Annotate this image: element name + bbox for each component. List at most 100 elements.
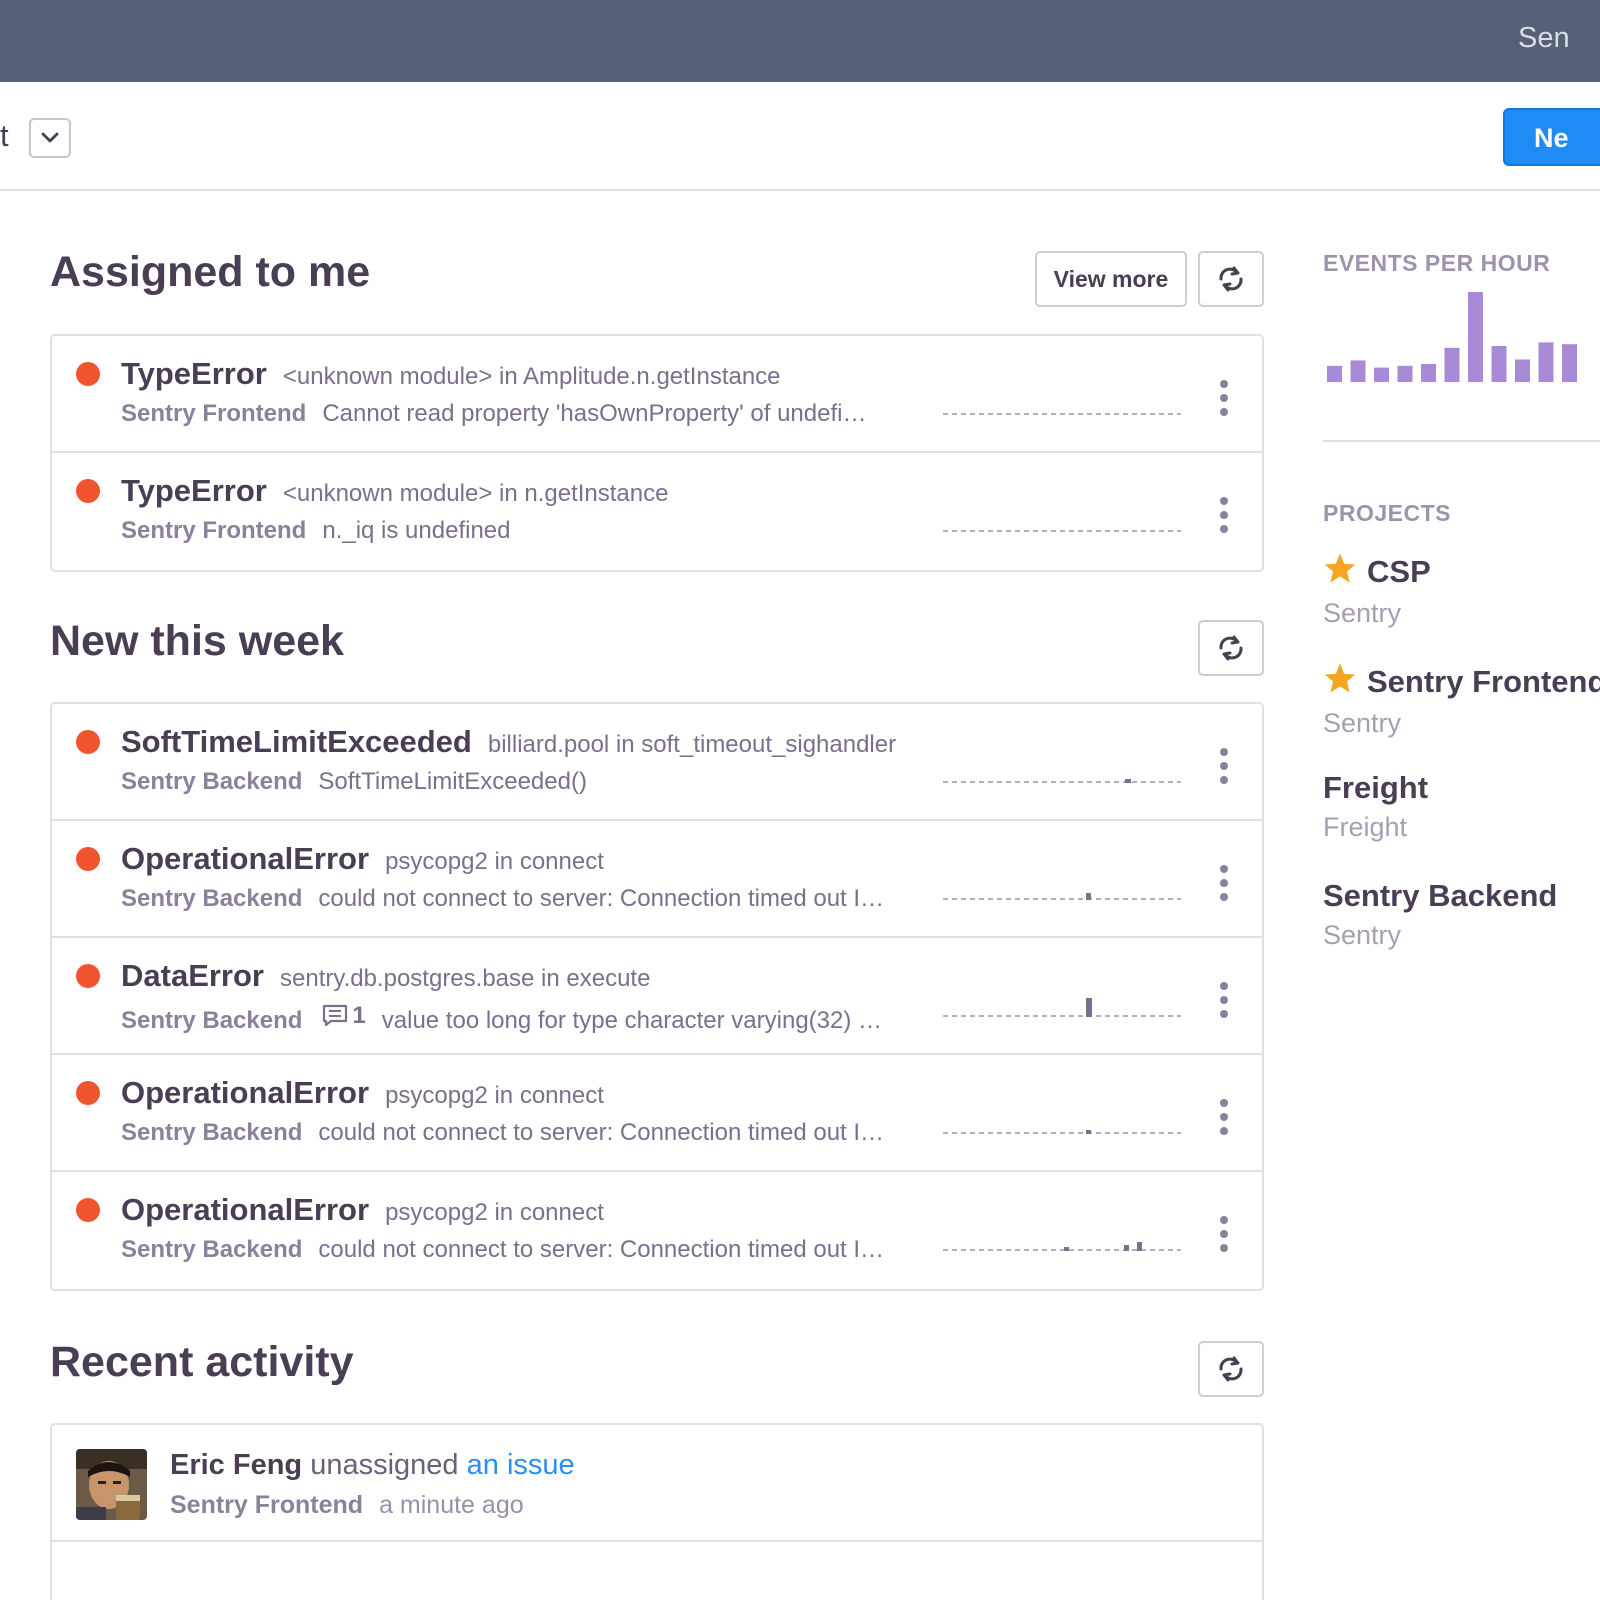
issue-message: Cannot read property 'hasOwnProperty' of… (322, 400, 867, 427)
more-options-icon[interactable] (1214, 380, 1234, 416)
issue-title[interactable]: TypeError <unknown module> in Amplitude.n… (121, 356, 781, 392)
issue-title[interactable]: DataError sentry.db.postgres.base in exec… (121, 958, 650, 994)
activity-time: a minute ago (379, 1491, 524, 1519)
error-level-indicator (76, 362, 100, 386)
project-item-csp[interactable]: CSP Sentry (1323, 552, 1431, 629)
issue-sparkline (943, 1242, 1181, 1251)
star-icon[interactable] (1323, 662, 1357, 702)
more-options-icon[interactable] (1214, 1099, 1234, 1135)
events-bar (1397, 365, 1413, 382)
events-bar (1491, 346, 1507, 382)
issue-meta: Sentry Backend could not connect to serve… (121, 1119, 884, 1147)
events-bar (1444, 347, 1460, 382)
refresh-button[interactable] (1198, 620, 1264, 676)
comment-count[interactable]: 1 (322, 1002, 366, 1030)
comment-count-value: 1 (352, 1002, 366, 1029)
issue-culprit: billiard.pool in soft_timeout_sighandler (487, 731, 897, 758)
projects-heading: PROJECTS (1323, 500, 1451, 526)
issue-row[interactable]: OperationalError psycopg2 in connect Sent… (52, 1055, 1262, 1172)
issue-project: Sentry Frontend (121, 517, 307, 544)
issue-type: TypeError (121, 473, 267, 508)
chevron-down-icon (41, 132, 59, 143)
issue-culprit: <unknown module> in Amplitude.n.getInsta… (282, 363, 781, 390)
issue-row[interactable]: SoftTimeLimitExceeded billiard.pool in so… (52, 704, 1262, 821)
events-bar (1350, 360, 1366, 382)
activity-issue-link[interactable]: an issue (467, 1449, 575, 1481)
refresh-icon (1219, 635, 1243, 661)
issue-type: DataError (121, 958, 264, 993)
issue-culprit: psycopg2 in connect (385, 1199, 604, 1226)
issue-sparkline (943, 413, 1181, 415)
activity-description: Eric Feng unassigned an issue (170, 1449, 575, 1482)
issue-meta: Sentry Backend could not connect to serve… (121, 885, 884, 913)
more-options-icon[interactable] (1214, 748, 1234, 784)
issue-title[interactable]: OperationalError psycopg2 in connect (121, 1075, 604, 1111)
project-name: Sentry Frontend (1367, 664, 1600, 699)
issue-project: Sentry Backend (121, 768, 303, 795)
refresh-button[interactable] (1198, 1341, 1264, 1397)
avatar[interactable] (76, 1449, 147, 1520)
project-item-sentry-backend[interactable]: Sentry Backend Sentry (1323, 878, 1557, 951)
issue-sparkline (943, 998, 1181, 1017)
comment-icon (323, 1004, 348, 1027)
issue-row[interactable]: TypeError <unknown module> in n.getInstan… (52, 453, 1262, 570)
issue-project: Sentry Frontend (121, 400, 307, 427)
activity-meta: Sentry Frontend a minute ago (170, 1491, 524, 1520)
org-name[interactable]: Sen (1518, 22, 1570, 55)
issue-title[interactable]: OperationalError psycopg2 in connect (121, 841, 604, 877)
view-more-button[interactable]: View more (1035, 251, 1187, 307)
error-level-indicator (76, 730, 100, 754)
issue-project: Sentry Backend (121, 1007, 303, 1034)
issue-title[interactable]: TypeError <unknown module> in n.getInstan… (121, 473, 668, 509)
project-item-sentry-frontend[interactable]: Sentry Frontend Sentry (1323, 662, 1600, 739)
issue-meta: Sentry Backend 1 value too long for type c… (121, 1002, 882, 1035)
issue-row[interactable]: TypeError <unknown module> in Amplitude.n… (52, 336, 1262, 453)
issue-sparkline (943, 893, 1181, 900)
events-bar (1421, 364, 1436, 382)
events-per-hour-heading: EVENTS PER HOUR (1323, 250, 1551, 276)
more-options-icon[interactable] (1214, 982, 1234, 1018)
issue-culprit: psycopg2 in connect (385, 1082, 604, 1109)
more-options-icon[interactable] (1214, 865, 1234, 901)
issue-message: could not connect to server: Connection … (318, 885, 885, 912)
issue-type: SoftTimeLimitExceeded (121, 724, 472, 759)
issue-type: OperationalError (121, 1192, 370, 1227)
new-button[interactable]: Ne (1503, 108, 1600, 166)
project-org: Sentry (1323, 708, 1402, 738)
star-icon[interactable] (1323, 552, 1357, 592)
issue-meta: Sentry Backend could not connect to serve… (121, 1236, 884, 1264)
issue-message: SoftTimeLimitExceeded() (318, 768, 587, 795)
activity-panel: Eric Feng unassigned an issue Sentry Fro… (50, 1423, 1264, 1600)
activity-project: Sentry Frontend (170, 1491, 364, 1519)
issue-type: TypeError (121, 356, 267, 391)
issue-type: OperationalError (121, 841, 370, 876)
refresh-button[interactable] (1198, 251, 1264, 307)
issue-culprit: <unknown module> in n.getInstance (282, 480, 669, 507)
issue-project: Sentry Backend (121, 1236, 303, 1263)
issue-message: could not connect to server: Connection … (318, 1119, 885, 1146)
issue-message: value too long for type character varyin… (381, 1007, 883, 1034)
project-org: Freight (1323, 812, 1408, 842)
more-options-icon[interactable] (1214, 497, 1234, 533)
project-item-freight[interactable]: Freight Freight (1323, 770, 1428, 843)
issue-sparkline (943, 779, 1181, 783)
events-bar (1515, 359, 1530, 382)
page-selector-dropdown[interactable] (29, 118, 71, 158)
error-level-indicator (76, 847, 100, 871)
issue-row[interactable]: OperationalError psycopg2 in connect Sent… (52, 821, 1262, 938)
project-org: Sentry (1323, 598, 1402, 628)
issue-culprit: sentry.db.postgres.base in execute (280, 965, 651, 992)
sidebar-divider (1323, 440, 1600, 442)
issue-project: Sentry Backend (121, 885, 303, 912)
issue-row[interactable]: OperationalError psycopg2 in connect Sent… (52, 1172, 1262, 1289)
issue-title[interactable]: SoftTimeLimitExceeded billiard.pool in so… (121, 724, 896, 760)
recent-activity-title: Recent activity (50, 1338, 354, 1386)
more-options-icon[interactable] (1214, 1216, 1234, 1252)
issue-message: n._iq is undefined (322, 517, 511, 544)
issue-title[interactable]: OperationalError psycopg2 in connect (121, 1192, 604, 1228)
issue-sparkline (943, 1130, 1181, 1134)
error-level-indicator (76, 479, 100, 503)
refresh-icon (1219, 266, 1243, 292)
issue-meta: Sentry Frontend n._iq is undefined (121, 517, 511, 545)
issue-row[interactable]: DataError sentry.db.postgres.base in exec… (52, 938, 1262, 1055)
